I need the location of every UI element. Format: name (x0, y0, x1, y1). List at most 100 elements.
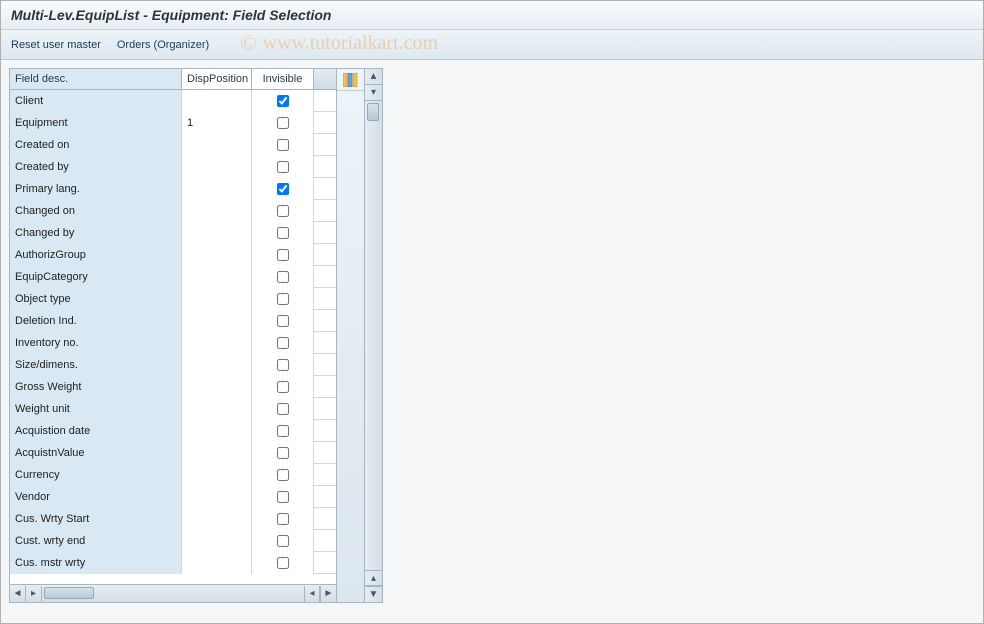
invisible-checkbox[interactable] (277, 271, 289, 283)
invisible-checkbox[interactable] (277, 491, 289, 503)
vscroll-track[interactable] (365, 101, 382, 570)
column-header-invisible[interactable]: Invisible (252, 69, 314, 89)
table-row[interactable]: AcquistnValue (10, 442, 336, 464)
disp-position-cell[interactable] (182, 266, 252, 288)
orders-organizer-button[interactable]: Orders (Organizer) (117, 39, 209, 51)
invisible-checkbox[interactable] (277, 513, 289, 525)
disp-position-cell[interactable] (182, 552, 252, 574)
invisible-checkbox[interactable] (277, 117, 289, 129)
scroll-left-step-icon[interactable]: ▸ (26, 586, 42, 602)
disp-position-cell[interactable] (182, 200, 252, 222)
scroll-down-icon[interactable]: ▼ (365, 586, 382, 602)
hscroll-track[interactable] (42, 585, 304, 602)
table-row[interactable]: Object type (10, 288, 336, 310)
hscroll-thumb[interactable] (44, 587, 94, 599)
invisible-checkbox[interactable] (277, 337, 289, 349)
disp-position-cell[interactable] (182, 464, 252, 486)
vertical-scrollbar[interactable]: ▲ ▾ ▴ ▼ (365, 68, 383, 603)
invisible-checkbox[interactable] (277, 535, 289, 547)
table-row[interactable]: Equipment1 (10, 112, 336, 134)
column-header-disp-position[interactable]: DispPosition (182, 69, 252, 89)
disp-position-cell[interactable] (182, 134, 252, 156)
disp-position-cell[interactable] (182, 442, 252, 464)
table-row[interactable]: Cus. mstr wrty (10, 552, 336, 574)
disp-position-cell[interactable] (182, 398, 252, 420)
table-row[interactable]: Size/dimens. (10, 354, 336, 376)
invisible-checkbox[interactable] (277, 227, 289, 239)
disp-position-cell[interactable] (182, 530, 252, 552)
table-row[interactable]: Inventory no. (10, 332, 336, 354)
disp-position-cell[interactable] (182, 310, 252, 332)
invisible-cell (252, 178, 314, 200)
field-desc-cell: Size/dimens. (10, 354, 182, 376)
disp-position-cell[interactable] (182, 90, 252, 112)
invisible-checkbox[interactable] (277, 249, 289, 261)
table-row[interactable]: Weight unit (10, 398, 336, 420)
invisible-cell (252, 112, 314, 134)
disp-position-cell[interactable] (182, 420, 252, 442)
field-desc-cell: Object type (10, 288, 182, 310)
invisible-checkbox[interactable] (277, 315, 289, 327)
invisible-checkbox[interactable] (277, 293, 289, 305)
invisible-cell (252, 134, 314, 156)
field-desc-cell: AcquistnValue (10, 442, 182, 464)
table-row[interactable]: AuthorizGroup (10, 244, 336, 266)
field-selection-grid: Field desc. DispPosition Invisible Clien… (9, 68, 337, 603)
table-row[interactable]: Changed by (10, 222, 336, 244)
invisible-checkbox[interactable] (277, 447, 289, 459)
table-row[interactable]: EquipCategory (10, 266, 336, 288)
table-row[interactable]: Acquistion date (10, 420, 336, 442)
disp-position-cell[interactable] (182, 508, 252, 530)
field-desc-cell: EquipCategory (10, 266, 182, 288)
disp-position-cell[interactable] (182, 376, 252, 398)
disp-position-cell[interactable] (182, 156, 252, 178)
invisible-cell (252, 508, 314, 530)
field-desc-cell: Cus. mstr wrty (10, 552, 182, 574)
reset-user-master-button[interactable]: Reset user master (11, 39, 101, 51)
disp-position-cell[interactable]: 1 (182, 112, 252, 134)
scroll-up-icon[interactable]: ▲ (365, 69, 382, 85)
disp-position-cell[interactable] (182, 486, 252, 508)
table-row[interactable]: Client (10, 90, 336, 112)
invisible-checkbox[interactable] (277, 161, 289, 173)
horizontal-scrollbar[interactable]: ◄ ▸ ◂ ► (10, 584, 336, 602)
invisible-checkbox[interactable] (277, 205, 289, 217)
table-row[interactable]: Gross Weight (10, 376, 336, 398)
invisible-checkbox[interactable] (277, 425, 289, 437)
scroll-right-step-icon[interactable]: ◂ (304, 586, 320, 602)
invisible-cell (252, 552, 314, 574)
invisible-checkbox[interactable] (277, 95, 289, 107)
invisible-cell (252, 288, 314, 310)
table-row[interactable]: Vendor (10, 486, 336, 508)
invisible-checkbox[interactable] (277, 183, 289, 195)
disp-position-cell[interactable] (182, 222, 252, 244)
disp-position-cell[interactable] (182, 332, 252, 354)
table-row[interactable]: Created by (10, 156, 336, 178)
invisible-checkbox[interactable] (277, 381, 289, 393)
table-row[interactable]: Cust. wrty end (10, 530, 336, 552)
field-desc-cell: Currency (10, 464, 182, 486)
invisible-checkbox[interactable] (277, 139, 289, 151)
column-header-field-desc[interactable]: Field desc. (10, 69, 182, 89)
table-row[interactable]: Primary lang. (10, 178, 336, 200)
table-row[interactable]: Cus. Wrty Start (10, 508, 336, 530)
invisible-checkbox[interactable] (277, 469, 289, 481)
invisible-checkbox[interactable] (277, 557, 289, 569)
disp-position-cell[interactable] (182, 288, 252, 310)
table-row[interactable]: Created on (10, 134, 336, 156)
scroll-up-step-icon[interactable]: ▾ (365, 85, 382, 101)
disp-position-cell[interactable] (182, 354, 252, 376)
disp-position-cell[interactable] (182, 244, 252, 266)
window-title: Multi-Lev.EquipList - Equipment: Field S… (11, 7, 331, 23)
columns-config-icon[interactable] (337, 69, 364, 91)
table-row[interactable]: Currency (10, 464, 336, 486)
table-row[interactable]: Changed on (10, 200, 336, 222)
disp-position-cell[interactable] (182, 178, 252, 200)
invisible-checkbox[interactable] (277, 359, 289, 371)
invisible-checkbox[interactable] (277, 403, 289, 415)
scroll-down-step-icon[interactable]: ▴ (365, 570, 382, 586)
vscroll-thumb[interactable] (367, 103, 379, 121)
table-row[interactable]: Deletion Ind. (10, 310, 336, 332)
scroll-right-icon[interactable]: ► (320, 586, 336, 602)
scroll-left-icon[interactable]: ◄ (10, 586, 26, 602)
